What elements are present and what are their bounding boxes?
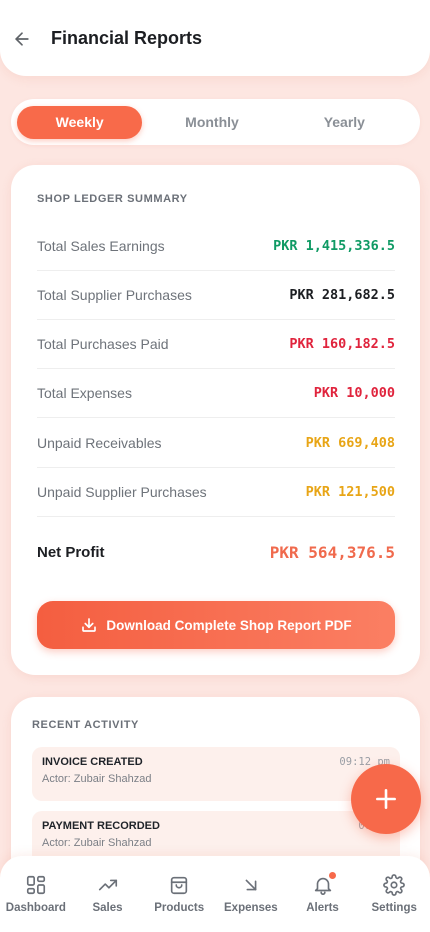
- nav-item-alerts[interactable]: Alerts: [287, 856, 359, 932]
- nav-item-settings[interactable]: Settings: [358, 856, 430, 932]
- trending-up-icon: [97, 874, 119, 896]
- page-title: Financial Reports: [51, 28, 203, 48]
- row-label: Total Purchases Paid: [37, 336, 169, 352]
- row-label: Total Sales Earnings: [37, 238, 165, 254]
- row-label: Unpaid Receivables: [37, 435, 162, 451]
- activity-actor: Actor: Zubair Shahzad: [42, 773, 152, 785]
- tab-weekly[interactable]: Weekly: [17, 105, 143, 139]
- section-title: SHOP LEDGER SUMMARY: [37, 193, 188, 205]
- nav-item-sales[interactable]: Sales: [72, 856, 144, 932]
- download-icon: [80, 616, 98, 634]
- bottom-navigation: Dashboard Sales Products Expenses Alerts…: [0, 856, 430, 932]
- tab-monthly[interactable]: Monthly: [149, 106, 274, 139]
- net-profit-row: Net Profit PKR 564,376.5: [37, 532, 395, 572]
- nav-label: Alerts: [306, 902, 339, 914]
- app-header: Financial Reports: [0, 0, 430, 76]
- activity-title: INVOICE CREATED: [42, 756, 143, 768]
- summary-row: Total Supplier Purchases PKR 281,682.5: [37, 271, 395, 320]
- gear-icon: [383, 874, 406, 896]
- net-profit-value: PKR 564,376.5: [269, 542, 395, 562]
- nav-label: Expenses: [224, 902, 278, 914]
- row-value: PKR 669,408: [305, 435, 395, 451]
- download-button-label: Download Complete Shop Report PDF: [106, 617, 352, 633]
- back-button[interactable]: [8, 22, 36, 56]
- plus-icon: [376, 789, 396, 809]
- arrow-left-icon: [15, 32, 29, 46]
- summary-row: Total Expenses PKR 10,000: [37, 369, 395, 418]
- add-fab-button[interactable]: [351, 764, 421, 834]
- nav-item-dashboard[interactable]: Dashboard: [0, 856, 72, 932]
- activity-item[interactable]: INVOICE CREATED Actor: Zubair Shahzad 09…: [32, 747, 400, 801]
- row-label: Unpaid Supplier Purchases: [37, 484, 207, 500]
- row-label: Total Supplier Purchases: [37, 287, 192, 303]
- row-label: Total Expenses: [37, 385, 132, 401]
- summary-row: Total Purchases Paid PKR 160,182.5: [37, 320, 395, 369]
- activity-title: PAYMENT RECORDED: [42, 820, 160, 832]
- activity-actor: Actor: Zubair Shahzad: [42, 837, 152, 849]
- alert-badge-dot: [328, 872, 336, 879]
- net-profit-label: Net Profit: [37, 543, 105, 561]
- row-value: PKR 121,500: [305, 484, 395, 500]
- section-title: RECENT ACTIVITY: [32, 719, 139, 731]
- nav-label: Settings: [371, 902, 417, 914]
- summary-row: Total Sales Earnings PKR 1,415,336.5: [37, 222, 395, 271]
- row-value: PKR 10,000: [313, 385, 395, 401]
- nav-label: Dashboard: [5, 902, 66, 914]
- row-value: PKR 281,682.5: [289, 287, 395, 303]
- download-report-button[interactable]: Download Complete Shop Report PDF: [37, 601, 395, 649]
- bag-icon: [168, 874, 190, 896]
- arrow-down-right-icon: [240, 874, 262, 896]
- summary-row: Unpaid Supplier Purchases PKR 121,500: [37, 468, 395, 517]
- row-value: PKR 1,415,336.5: [273, 238, 395, 254]
- nav-item-expenses[interactable]: Expenses: [215, 856, 287, 932]
- period-tabs: Weekly Monthly Yearly: [11, 99, 420, 145]
- summary-row: Unpaid Receivables PKR 669,408: [37, 419, 395, 468]
- row-value: PKR 160,182.5: [289, 336, 395, 352]
- nav-label: Sales: [92, 902, 123, 914]
- tab-yearly[interactable]: Yearly: [282, 106, 407, 139]
- nav-label: Products: [154, 902, 205, 914]
- ledger-summary-card: SHOP LEDGER SUMMARY Total Sales Earnings…: [11, 165, 420, 675]
- nav-item-products[interactable]: Products: [143, 856, 215, 932]
- dashboard-icon: [25, 874, 47, 896]
